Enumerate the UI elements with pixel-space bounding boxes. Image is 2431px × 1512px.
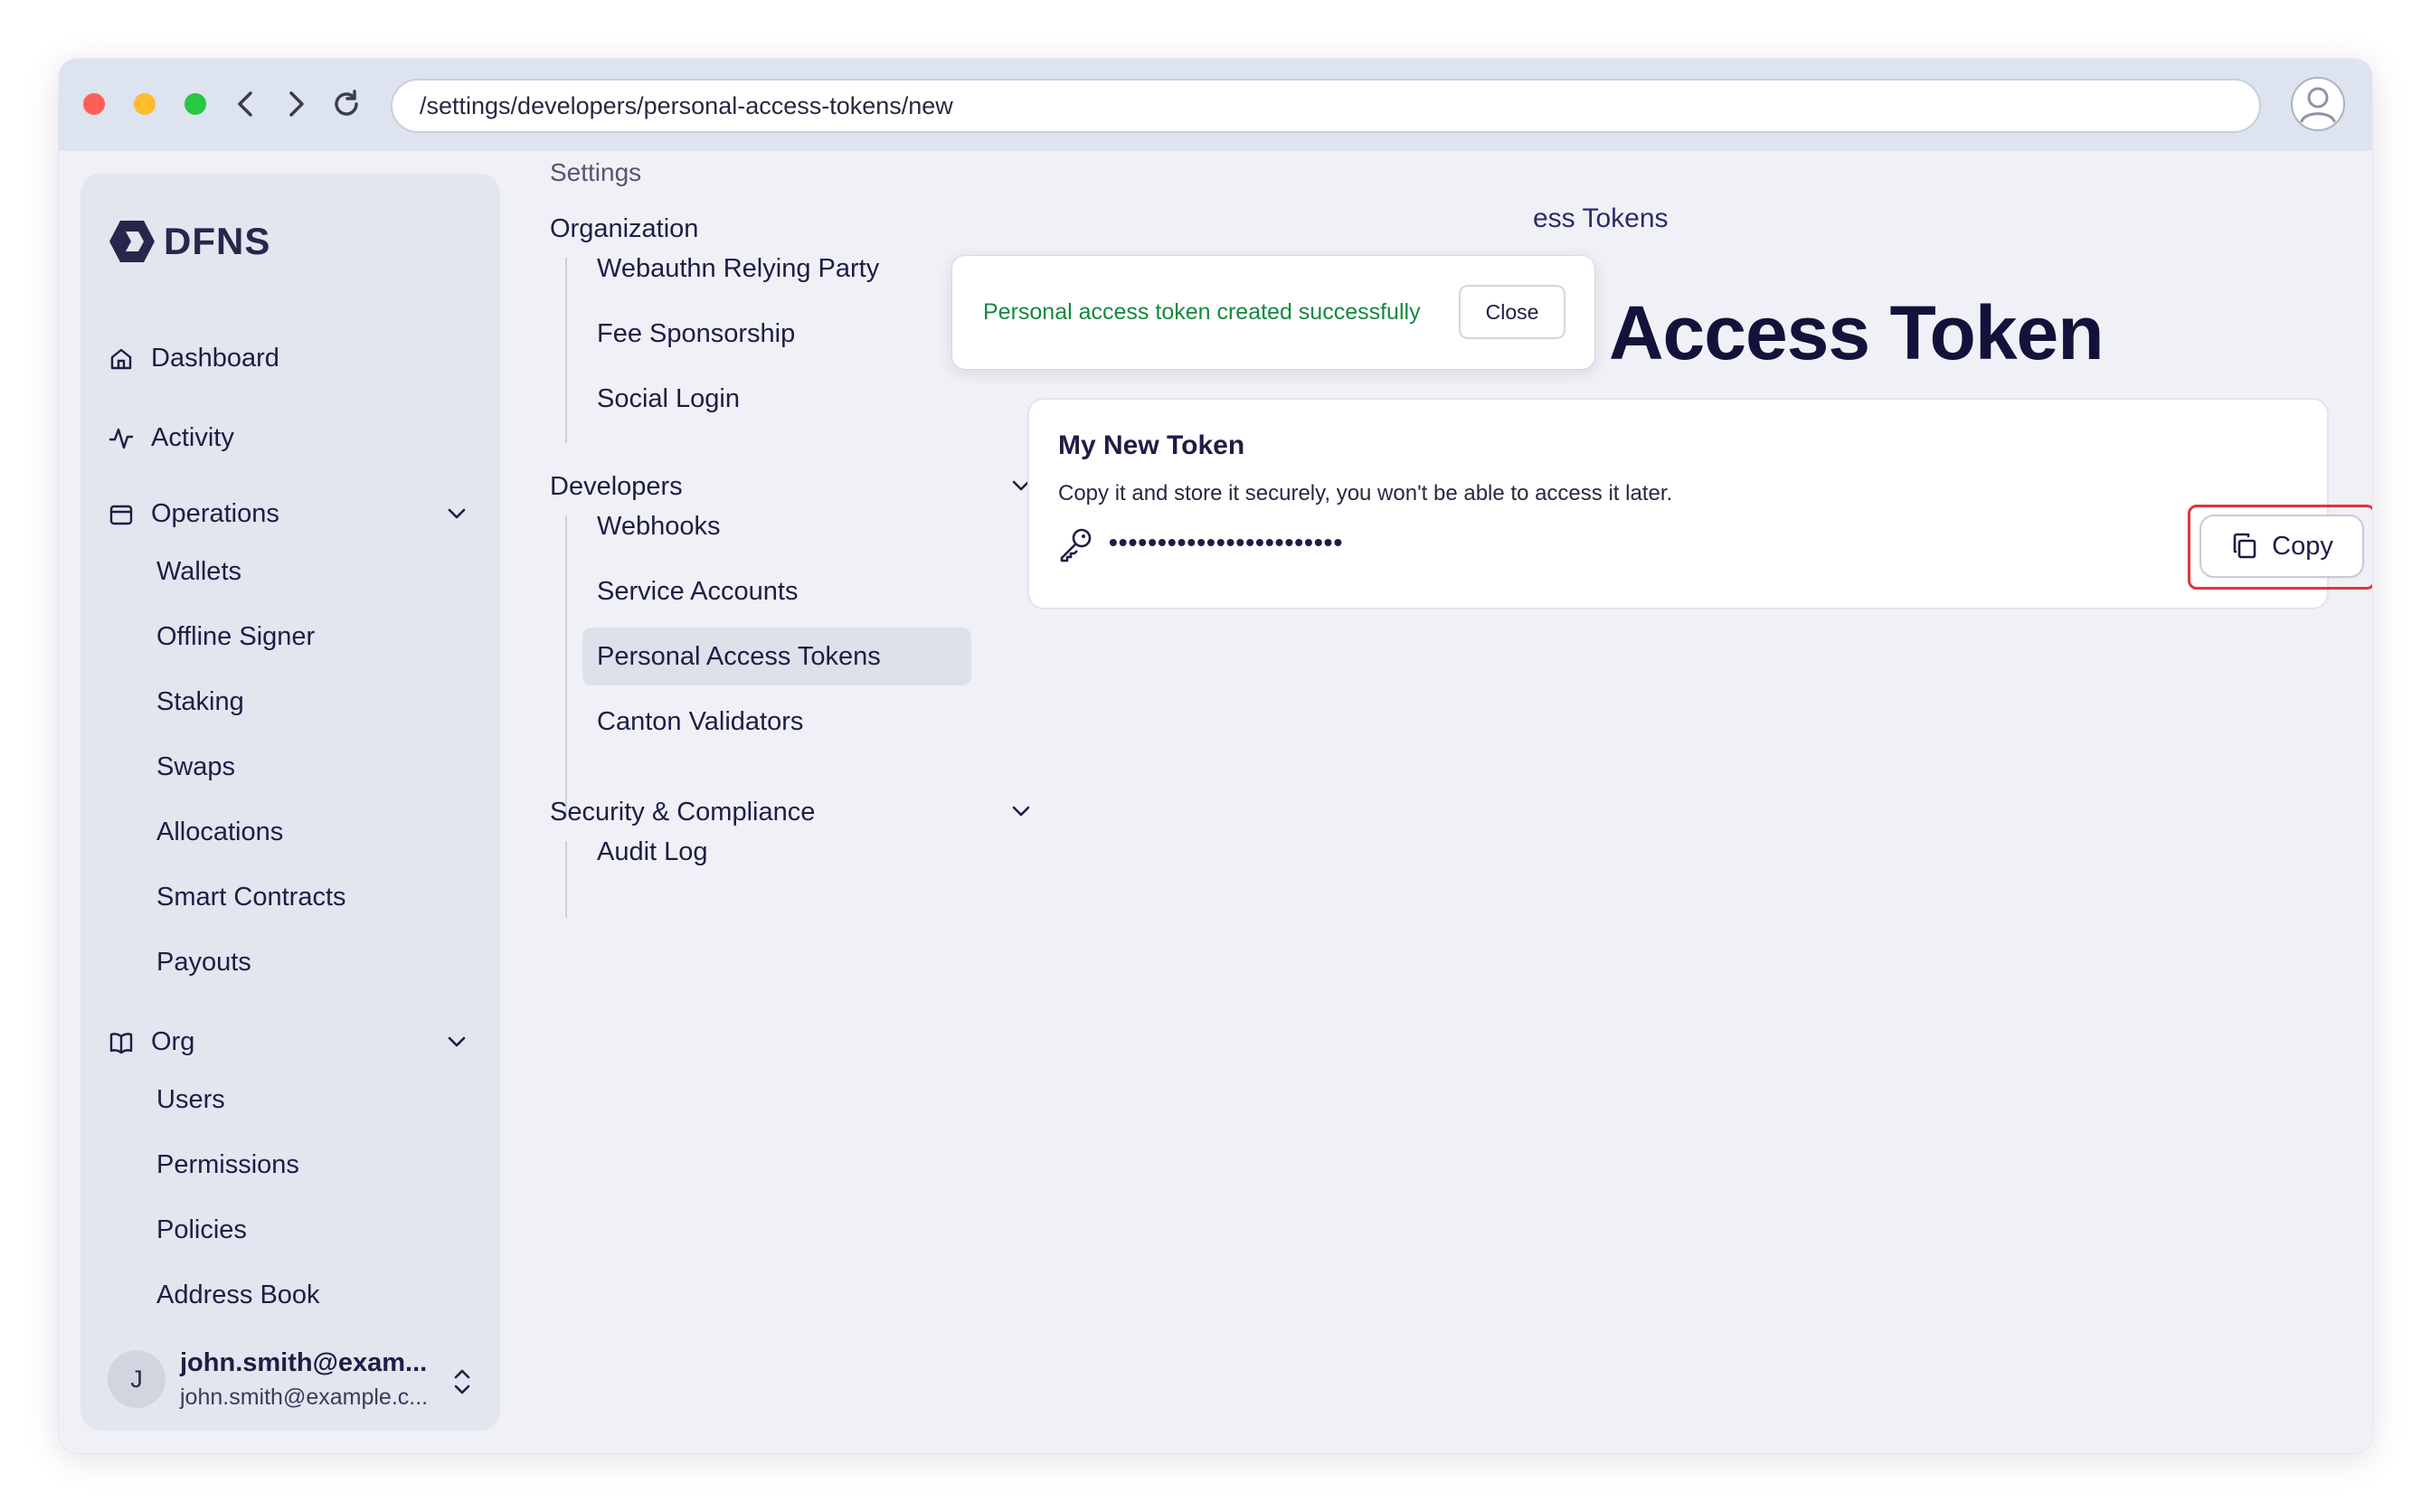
copy-button-label: Copy <box>2272 531 2333 561</box>
settings-title: Settings <box>550 158 642 186</box>
security-chevron-down-icon[interactable] <box>1008 799 1034 824</box>
sidebar-item-staking[interactable]: Staking <box>156 687 244 717</box>
sidebar-item-label: Dashboard <box>151 344 279 373</box>
tree-line <box>565 258 567 443</box>
avatar: J <box>108 1350 166 1408</box>
home-icon <box>108 345 135 373</box>
toast-message: Personal access token created successful… <box>983 299 1421 325</box>
maximize-window-button[interactable] <box>184 93 206 115</box>
close-window-button[interactable] <box>83 93 105 115</box>
minimize-window-button[interactable] <box>134 93 156 115</box>
sidebar-item-address-book[interactable]: Address Book <box>156 1280 320 1310</box>
chevron-up-down-icon[interactable] <box>449 1366 475 1397</box>
main-sidebar: DFNS Dashboard Activity Operations Walle… <box>80 174 500 1431</box>
user-icon <box>2300 87 2336 123</box>
settings-item-canton-validators[interactable]: Canton Validators <box>582 693 971 751</box>
sidebar-item-policies[interactable]: Policies <box>156 1215 247 1245</box>
sidebar-item-users[interactable]: Users <box>156 1085 225 1115</box>
toast-close-button[interactable]: Close <box>1459 285 1565 339</box>
tree-line <box>565 515 567 816</box>
book-icon <box>108 1029 135 1056</box>
chevron-right-icon <box>289 91 304 117</box>
settings-item-fee-sponsorship[interactable]: Fee Sponsorship <box>582 305 971 363</box>
reload-button[interactable] <box>328 86 364 122</box>
token-description: Copy it and store it securely, you won't… <box>1058 481 1673 506</box>
sidebar-item-allocations[interactable]: Allocations <box>156 817 283 847</box>
settings-item-personal-access-tokens[interactable]: Personal Access Tokens <box>582 628 971 685</box>
org-chevron-down-icon[interactable] <box>444 1029 469 1054</box>
settings-item-webhooks[interactable]: Webhooks <box>582 497 971 555</box>
breadcrumb[interactable]: ess Tokens <box>1533 203 1669 234</box>
browser-window: /settings/developers/personal-access-tok… <box>59 59 2372 1453</box>
sidebar-item-payouts[interactable]: Payouts <box>156 948 251 978</box>
sidebar-item-smart-contracts[interactable]: Smart Contracts <box>156 883 346 912</box>
sidebar-item-offline-signer[interactable]: Offline Signer <box>156 622 315 652</box>
sidebar-item-label: Org <box>151 1027 195 1056</box>
chevron-left-icon <box>238 91 252 117</box>
sidebar-item-org[interactable]: Org <box>108 1027 194 1057</box>
settings-item-social-login[interactable]: Social Login <box>582 370 971 428</box>
copy-icon <box>2233 533 2256 559</box>
token-value: •••••••••••••••••••••••• <box>1109 528 1344 556</box>
logo-text: DFNS <box>164 220 271 262</box>
sidebar-item-activity[interactable]: Activity <box>108 423 234 453</box>
sidebar-item-label: Operations <box>151 499 279 528</box>
key-icon <box>1060 528 1092 562</box>
dfns-logo[interactable]: DFNS <box>108 219 270 264</box>
user-email: john.smith@example.c... <box>180 1384 429 1410</box>
browser-toolbar: /settings/developers/personal-access-tok… <box>59 59 2372 151</box>
settings-item-service-accounts[interactable]: Service Accounts <box>582 562 971 620</box>
sidebar-item-dashboard[interactable]: Dashboard <box>108 344 279 373</box>
copy-button[interactable]: Copy <box>2199 515 2364 578</box>
operations-icon <box>108 501 135 528</box>
sidebar-item-wallets[interactable]: Wallets <box>156 557 241 587</box>
dfns-logo-icon <box>109 221 155 262</box>
user-menu[interactable]: J john.smith@exam... john.smith@example.… <box>108 1343 487 1415</box>
user-name: john.smith@exam... <box>180 1348 428 1377</box>
browser-profile-button[interactable] <box>2291 77 2345 131</box>
operations-chevron-down-icon[interactable] <box>444 501 469 526</box>
back-button[interactable] <box>228 86 264 122</box>
sidebar-item-swaps[interactable]: Swaps <box>156 752 235 782</box>
forward-button[interactable] <box>278 86 314 122</box>
sidebar-item-permissions[interactable]: Permissions <box>156 1150 299 1180</box>
tree-line <box>565 841 567 918</box>
reload-icon <box>335 90 358 116</box>
token-name: My New Token <box>1058 430 1245 460</box>
success-toast: Personal access token created successful… <box>952 256 1594 369</box>
settings-item-webauthn-relying-party[interactable]: Webauthn Relying Party <box>582 240 971 298</box>
token-card: My New Token Copy it and store it secure… <box>1027 398 2372 610</box>
sidebar-item-label: Activity <box>151 423 234 452</box>
sidebar-item-operations[interactable]: Operations <box>108 499 279 529</box>
settings-item-audit-log[interactable]: Audit Log <box>582 823 971 881</box>
activity-icon <box>108 425 135 452</box>
